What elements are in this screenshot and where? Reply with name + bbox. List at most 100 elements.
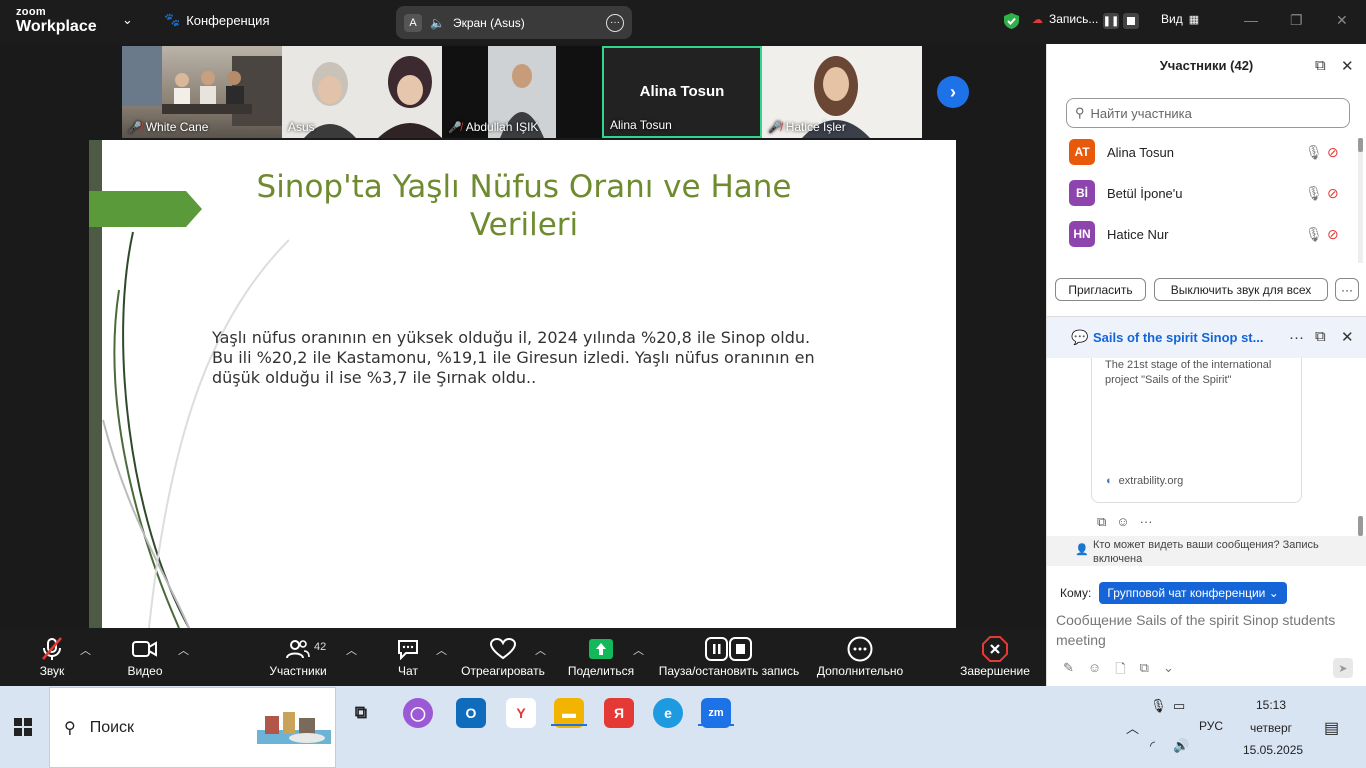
tile-name: 🎤̸ Hatice İşler xyxy=(768,120,846,134)
zoom-logo: zoom Workplace xyxy=(16,7,97,35)
maximize-icon[interactable]: ❐ xyxy=(1290,12,1303,29)
popout-icon[interactable]: ⧉ xyxy=(1315,57,1326,74)
mic-icon[interactable]: 🎙 xyxy=(1305,226,1323,243)
notifications-icon[interactable]: ▤ xyxy=(1324,718,1339,738)
more-dots-icon xyxy=(814,636,906,662)
screen-share-pill[interactable]: A 🔈 Экран (Asus) ··· xyxy=(396,6,632,39)
zoom-window: zoom Workplace ⌄ 🐾 Конференция A 🔈 Экран… xyxy=(0,0,1366,768)
pause-record-button[interactable]: ❚❚ xyxy=(1103,13,1119,29)
outlook-icon[interactable]: O xyxy=(456,698,486,728)
stop-record-button[interactable] xyxy=(1123,13,1139,29)
alice-assistant-icon[interactable]: ◯ xyxy=(403,698,433,728)
chat-label: Чат xyxy=(398,664,418,678)
card-link[interactable]: ◐ extrability.org xyxy=(1106,475,1183,487)
chat-close-icon[interactable]: ✕ xyxy=(1341,328,1354,346)
search-highlight-image xyxy=(257,711,331,744)
chat-button[interactable]: Чат xyxy=(394,636,422,678)
show-hidden-icons-icon[interactable]: ︿ xyxy=(1126,718,1139,737)
participants-label: Участники xyxy=(269,664,327,678)
active-speaker-tile[interactable]: Alina Tosun Alina Tosun xyxy=(602,46,762,138)
edge-icon[interactable]: e xyxy=(653,698,683,728)
format-text-icon[interactable]: ✎ xyxy=(1063,660,1074,682)
meeting-info-button[interactable]: 🐾 Конференция xyxy=(164,12,269,28)
participant-row[interactable]: Bİ Betül İpone'u 🎙 ⊘ xyxy=(1069,178,1349,208)
video-tile[interactable]: 🎤̸ Hatice İşler xyxy=(762,46,922,138)
recording-indicator[interactable]: ☁ Запись... xyxy=(1032,12,1098,26)
tile-name-text: Asus xyxy=(288,120,315,134)
close-window-icon[interactable]: ✕ xyxy=(1336,12,1348,29)
chat-caret-icon[interactable]: ︿ xyxy=(436,642,447,658)
send-icon[interactable]: ➤ xyxy=(1333,658,1353,678)
reply-icon[interactable]: ⧉ xyxy=(1097,514,1106,530)
video-options-caret-icon[interactable]: ︿ xyxy=(178,642,189,658)
participants-scrollbar[interactable] xyxy=(1358,138,1363,263)
meeting-menu-label: Конференция xyxy=(186,12,270,28)
file-icon[interactable]: 🗋 xyxy=(1115,660,1125,682)
share-label: Экран (Asus) xyxy=(452,15,525,30)
video-tile[interactable]: 🎤̸ Abdullah IŞIK xyxy=(442,46,602,138)
screenshot-icon[interactable]: ⧉ xyxy=(1140,660,1149,682)
clock-time[interactable]: 15:13 xyxy=(1256,698,1286,712)
video-off-icon[interactable]: ⊘ xyxy=(1327,185,1339,202)
wifi-icon[interactable]: ◜ xyxy=(1150,738,1155,754)
share-caret-icon[interactable]: ︿ xyxy=(633,642,644,658)
encryption-shield-icon[interactable] xyxy=(1003,12,1020,30)
share-button[interactable]: Поделиться xyxy=(566,636,636,678)
message-more-icon[interactable]: ··· xyxy=(1140,514,1153,530)
chevron-down-icon[interactable]: ⌄ xyxy=(122,12,133,28)
yandex-browser-icon[interactable]: Y xyxy=(506,698,536,728)
video-button[interactable]: Видео xyxy=(125,636,165,678)
participant-search-input[interactable]: ⚲ Найти участника xyxy=(1066,98,1350,128)
view-button[interactable]: Вид ▦ xyxy=(1161,12,1199,26)
meeting-controls: Звук ︿ Видео ︿ Участники 42 ︿ Чат ︿ Отре… xyxy=(0,628,1046,686)
more-button[interactable]: Дополнительно xyxy=(814,636,906,678)
minimize-icon[interactable]: — xyxy=(1244,12,1258,28)
who-sees-messages[interactable]: 👤 Кто может видеть ваши сообщения? Запис… xyxy=(1047,536,1366,566)
record-control-button[interactable]: Пауза/остановить запись xyxy=(656,636,802,678)
emoji-icon[interactable]: ☺ xyxy=(1088,660,1101,682)
video-off-icon[interactable]: ⊘ xyxy=(1327,144,1339,161)
chat-title[interactable]: Sails of the spirit Sinop st... xyxy=(1093,330,1263,345)
clock-date[interactable]: 15.05.2025 xyxy=(1243,743,1303,757)
chat-scrollbar[interactable] xyxy=(1358,516,1363,536)
participant-row[interactable]: AT Alina Tosun 🎙 ⊘ xyxy=(1069,137,1349,167)
chevron-down-icon[interactable]: ⌄ xyxy=(1163,660,1174,682)
search-icon: ⚲ xyxy=(64,719,76,737)
battery-icon[interactable]: ▭ xyxy=(1173,698,1185,714)
react-button[interactable]: Отреагировать xyxy=(460,636,546,678)
language-indicator[interactable]: РУС xyxy=(1199,719,1223,733)
close-panel-icon[interactable]: ✕ xyxy=(1341,57,1354,75)
chat-popout-icon[interactable]: ⧉ xyxy=(1315,328,1326,345)
more-icon[interactable]: ··· xyxy=(606,13,624,32)
audio-options-caret-icon[interactable]: ︿ xyxy=(80,642,91,658)
audio-button[interactable]: Звук xyxy=(34,636,70,678)
link-preview-card[interactable]: The 21st stage of the international proj… xyxy=(1091,358,1302,503)
microphone-icon[interactable]: 🎙 xyxy=(1150,698,1167,714)
next-page-arrow-icon[interactable]: › xyxy=(937,76,969,108)
chat-more-icon[interactable]: ··· xyxy=(1289,329,1304,346)
react-caret-icon[interactable]: ︿ xyxy=(535,642,546,658)
windows-start-icon[interactable] xyxy=(14,718,32,741)
participants-caret-icon[interactable]: ︿ xyxy=(346,642,357,658)
mic-icon[interactable]: 🎙 xyxy=(1305,144,1323,161)
taskbar-search[interactable]: ⚲ Поиск xyxy=(49,687,336,768)
video-tile[interactable]: Asus xyxy=(282,46,442,138)
video-tile[interactable]: 🎤̸ White Cane xyxy=(122,46,282,138)
participant-row[interactable]: HN Hatice Nur 🎙 ⊘ xyxy=(1069,219,1349,249)
tile-name-text: Hatice İşler xyxy=(785,120,846,134)
recipient-select[interactable]: Групповой чат конференции ⌄ xyxy=(1099,582,1287,604)
mute-all-button[interactable]: Выключить звук для всех xyxy=(1154,278,1328,301)
video-off-icon[interactable]: ⊘ xyxy=(1327,226,1339,243)
message-input[interactable]: Сообщение Sails of the spirit Sinop stud… xyxy=(1056,610,1356,650)
task-view-icon[interactable]: ⧉ xyxy=(346,698,376,728)
emoji-react-icon[interactable]: ☺ xyxy=(1116,514,1129,530)
view-label: Вид xyxy=(1161,12,1183,26)
end-meeting-button[interactable]: Завершение xyxy=(958,636,1032,678)
yandex-icon[interactable]: Я xyxy=(604,698,634,728)
invite-button[interactable]: Пригласить xyxy=(1055,278,1146,301)
mic-icon[interactable]: 🎙 xyxy=(1305,185,1323,202)
chat-header: 💬 Sails of the spirit Sinop st... ··· ⧉ … xyxy=(1047,316,1366,358)
more-options-button[interactable]: ··· xyxy=(1335,278,1359,301)
clock-day[interactable]: четверг xyxy=(1250,721,1292,735)
volume-icon[interactable]: 🔊 xyxy=(1173,738,1189,754)
